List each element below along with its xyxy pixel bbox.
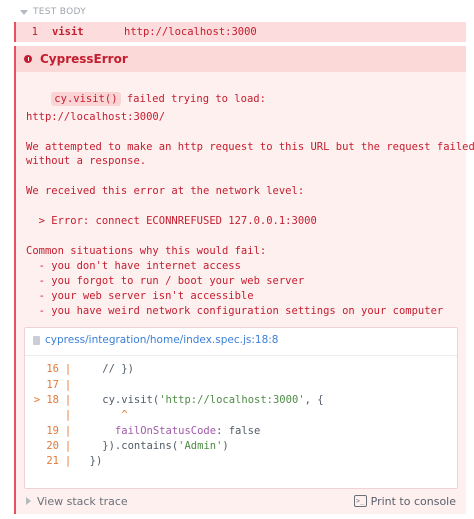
file-icon xyxy=(33,335,40,345)
line-marker: > xyxy=(33,394,41,406)
error-situation-2: - you forgot to run / boot your web serv… xyxy=(26,275,305,287)
command-row-visit[interactable]: 1 visit http://localhost:3000 xyxy=(14,22,466,42)
caret-right-icon xyxy=(26,497,31,505)
code-frame-divider xyxy=(25,355,457,356)
view-stack-trace-toggle[interactable]: View stack trace xyxy=(16,495,128,508)
command-number: 1 xyxy=(31,26,38,38)
stack-trace-row: View stack trace >_ Print to console xyxy=(16,489,466,513)
error-panel: CypressError cy.visit() failed trying to… xyxy=(14,46,474,514)
code-line: 20 | }).contains('Admin') xyxy=(31,439,229,453)
view-stack-trace-label: View stack trace xyxy=(37,494,128,508)
command-message: http://localhost:3000 xyxy=(124,26,257,38)
code-frame-file-path: cypress/integration/home/index.spec.js:1… xyxy=(45,334,279,346)
terminal-icon: >_ xyxy=(353,495,367,507)
error-header: CypressError xyxy=(16,46,466,72)
code-line-caret: | ^ xyxy=(31,408,128,422)
error-url: http://localhost:3000/ xyxy=(26,111,166,123)
command-name: visit xyxy=(52,26,84,38)
error-name: CypressError xyxy=(40,52,128,66)
line-number: 17 xyxy=(46,379,59,391)
line-code-post: ) xyxy=(222,440,229,452)
code-line: 16 | // }) xyxy=(31,362,134,376)
line-code-pre: }).contains( xyxy=(77,440,179,452)
line-code-string: 'http://localhost:3000' xyxy=(159,394,305,406)
error-situation-3: - your web server isn't accessible xyxy=(26,290,254,302)
error-paragraph-1-line-2: without a response. xyxy=(26,155,147,167)
line-number: 21 xyxy=(46,455,59,467)
error-network-detail: > Error: connect ECONNREFUSED 127.0.0.1:… xyxy=(26,215,317,227)
print-to-console-label: Print to console xyxy=(370,494,456,508)
caret-down-icon xyxy=(20,9,28,15)
error-paragraph-2: We received this error at the network le… xyxy=(26,185,305,197)
line-code-post: , { xyxy=(304,394,324,406)
code-line: 19 | failOnStatusCode: false xyxy=(31,424,260,438)
error-circle-icon xyxy=(24,55,32,63)
code-frame-file-link[interactable]: cypress/integration/home/index.spec.js:1… xyxy=(33,334,278,346)
line-pipe: | xyxy=(64,455,72,467)
line-code: // }) xyxy=(77,363,134,375)
code-line-highlighted: > 18 | cy.visit('http://localhost:3000', … xyxy=(31,393,324,407)
code-line: 17 | xyxy=(31,378,77,392)
line-number: 19 xyxy=(46,425,59,437)
line-code: }) xyxy=(77,455,103,467)
line-pipe: | xyxy=(64,379,72,391)
line-code-key: failOnStatusCode xyxy=(77,425,217,437)
error-situation-4: - you have weird network configuration s… xyxy=(26,305,444,317)
code-frame: cypress/integration/home/index.spec.js:1… xyxy=(24,327,458,489)
code-line: 21 | }) xyxy=(31,454,102,468)
error-line-1-text: failed trying to load: xyxy=(120,93,266,105)
line-number-value: 18 xyxy=(46,394,59,406)
line-number: 16 xyxy=(46,363,59,375)
line-pipe: | xyxy=(64,363,72,375)
line-code-string: 'Admin' xyxy=(178,440,223,452)
line-code-post: : false xyxy=(216,425,261,437)
error-situations-title: Common situations why this would fail: xyxy=(26,245,267,257)
line-pipe: | xyxy=(64,425,72,437)
print-to-console-button[interactable]: >_ Print to console xyxy=(353,494,466,508)
test-body-header[interactable]: TEST BODY xyxy=(20,4,86,20)
line-number: 20 xyxy=(46,440,59,452)
test-body-title: TEST BODY xyxy=(33,7,86,17)
line-pipe: | xyxy=(64,409,72,421)
error-situation-1: - you don't have internet access xyxy=(26,260,241,272)
error-paragraph-1-line-1: We attempted to make an http request to … xyxy=(26,141,474,153)
error-command-code: cy.visit() xyxy=(51,92,121,106)
line-code-pre: cy.visit( xyxy=(77,394,160,406)
line-pipe: | xyxy=(64,440,72,452)
line-number: > 18 xyxy=(31,394,59,406)
line-pipe: | xyxy=(64,394,72,406)
error-caret: ^ xyxy=(77,409,128,421)
